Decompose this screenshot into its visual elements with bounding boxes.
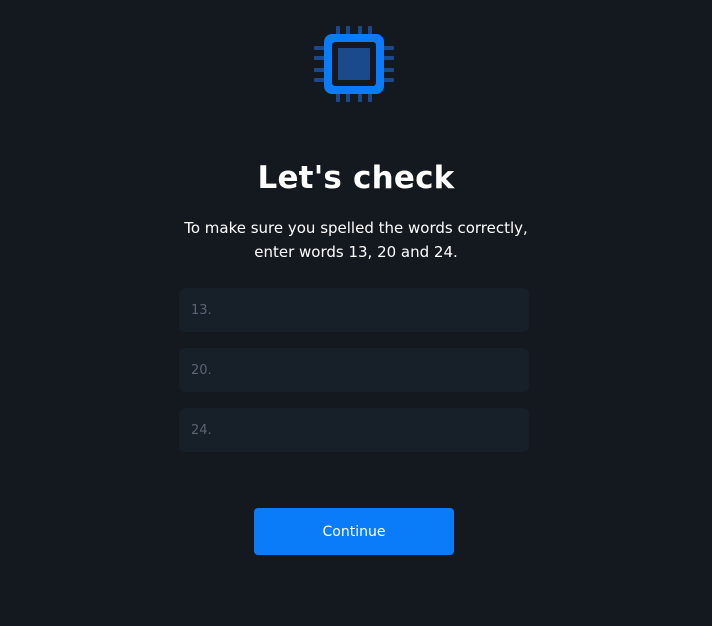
word-20-input[interactable] [179, 348, 529, 392]
word-24-input[interactable] [179, 408, 529, 452]
continue-button[interactable]: Continue [254, 508, 454, 555]
instructions-line-2: enter words 13, 20 and 24. [254, 243, 458, 261]
verify-words-page: Let's check To make sure you spelled the… [0, 0, 712, 626]
instructions-text: To make sure you spelled the words corre… [156, 216, 556, 264]
instructions-line-1: To make sure you spelled the words corre… [184, 219, 528, 237]
word-13-input[interactable] [179, 288, 529, 332]
chip-icon [314, 26, 394, 102]
page-title: Let's check [257, 160, 455, 196]
